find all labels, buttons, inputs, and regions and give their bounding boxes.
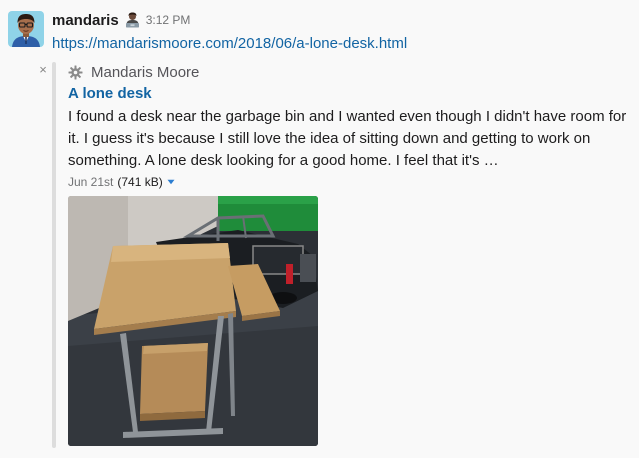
avatar[interactable]	[8, 11, 44, 47]
close-icon[interactable]: ×	[37, 61, 49, 79]
file-meta: Jun 21st (741 kB)	[68, 174, 175, 190]
message: mandaris 3:12 PM https://mandarismoore.c…	[0, 0, 639, 458]
technologist-emoji-icon[interactable]	[125, 12, 140, 28]
desk-photo	[68, 196, 318, 446]
timestamp[interactable]: 3:12 PM	[146, 13, 191, 27]
author-name[interactable]: Mandaris Moore	[91, 64, 199, 81]
attachment-bar	[52, 62, 56, 448]
attachment-title[interactable]: A lone desk	[68, 85, 152, 102]
caret-down-icon[interactable]	[167, 179, 175, 185]
gear-icon	[68, 65, 83, 79]
username[interactable]: mandaris	[52, 12, 119, 29]
message-link[interactable]: https://mandarismoore.com/2018/06/a-lone…	[52, 35, 407, 52]
avatar-man-glasses-icon	[8, 11, 44, 47]
message-header: mandaris 3:12 PM	[52, 10, 190, 30]
attachment-text: I found a desk near the garbage bin and …	[68, 108, 627, 169]
attachment-author: Mandaris Moore	[68, 63, 199, 81]
file-date: Jun 21st	[68, 175, 114, 189]
link-unfurl-attachment: Mandaris Moore A lone desk I found a des…	[52, 62, 632, 448]
file-size: (741 kB)	[117, 175, 163, 189]
attachment-image[interactable]	[68, 196, 318, 446]
